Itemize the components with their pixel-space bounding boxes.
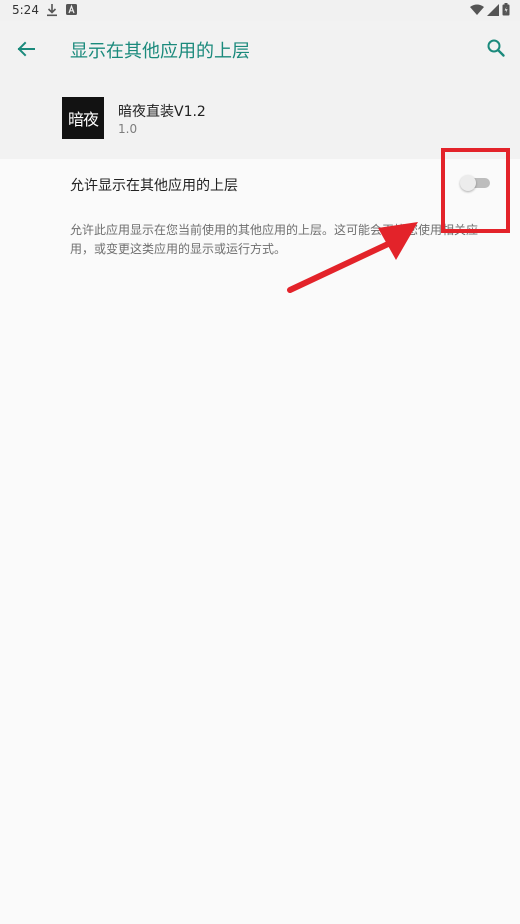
signal-icon <box>487 3 499 16</box>
back-arrow-icon[interactable] <box>12 35 40 63</box>
app-version: 1.0 <box>118 122 138 136</box>
annotation-arrow-icon <box>287 222 418 293</box>
status-bar: 5:24 <box>0 0 520 21</box>
battery-icon <box>502 3 510 16</box>
wifi-icon <box>470 4 484 15</box>
app-icon: 暗夜 <box>62 97 104 139</box>
download-icon <box>47 4 57 17</box>
app-bar: 显示在其他应用的上层 <box>0 21 520 77</box>
status-icons-right <box>470 3 510 16</box>
search-icon[interactable] <box>484 36 508 60</box>
app-header: 暗夜 暗夜直装V1.2 1.0 <box>0 77 520 159</box>
app-name: 暗夜直装V1.2 <box>118 104 206 120</box>
page-title: 显示在其他应用的上层 <box>70 41 250 62</box>
app-icon-text: 暗夜 <box>67 110 99 129</box>
annotation-highlight-box <box>441 148 510 233</box>
a-icon <box>66 4 77 15</box>
status-time: 5:24 <box>12 3 39 17</box>
permission-label: 允许显示在其他应用的上层 <box>70 178 238 194</box>
